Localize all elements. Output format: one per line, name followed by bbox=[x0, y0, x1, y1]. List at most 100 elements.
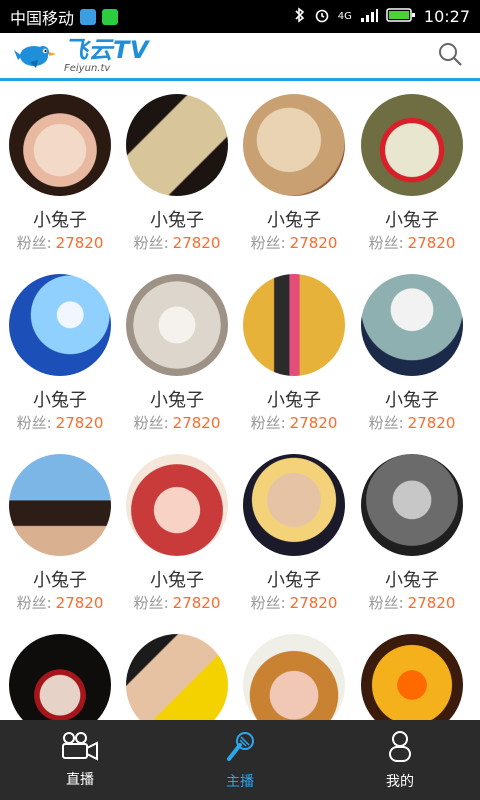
anchor-fans: 粉丝: 27820 bbox=[352, 412, 472, 433]
fans-count: 27820 bbox=[289, 414, 338, 432]
tab-live[interactable]: 直播 bbox=[0, 720, 160, 800]
anchor-avatar[interactable] bbox=[126, 454, 228, 556]
anchor-name: 小兔子 bbox=[33, 570, 87, 591]
wechat-icon bbox=[102, 8, 119, 25]
user-icon bbox=[386, 729, 414, 767]
app-header: 飞云TV Feiyun.tv bbox=[0, 33, 480, 81]
anchor-card[interactable] bbox=[234, 626, 354, 720]
anchor-avatar[interactable] bbox=[126, 634, 228, 720]
anchor-avatar[interactable] bbox=[9, 94, 111, 196]
anchor-avatar[interactable] bbox=[126, 274, 228, 376]
anchor-fans: 粉丝: 27820 bbox=[234, 232, 354, 253]
fans-label: 粉丝: bbox=[16, 594, 52, 612]
fans-count: 27820 bbox=[407, 594, 456, 612]
carrier-label: 中国移动 bbox=[10, 8, 75, 28]
anchor-card[interactable]: 小兔子 粉丝: 27820 bbox=[0, 266, 120, 446]
tab-profile[interactable]: 我的 bbox=[320, 720, 480, 800]
anchor-fans: 粉丝: 27820 bbox=[0, 232, 120, 253]
clock-time: 10:27 bbox=[423, 7, 470, 26]
anchor-card[interactable]: 小兔子 粉丝: 27820 bbox=[117, 446, 237, 626]
anchor-fans: 粉丝: 27820 bbox=[0, 592, 120, 613]
anchor-card[interactable]: 小兔子 粉丝: 27820 bbox=[0, 86, 120, 266]
anchor-avatar[interactable] bbox=[361, 274, 463, 376]
fans-label: 粉丝: bbox=[16, 234, 52, 252]
anchor-fans: 粉丝: 27820 bbox=[352, 592, 472, 613]
anchor-grid: 小兔子 粉丝: 27820 小兔子 粉丝: 27820 小兔子 粉丝: 27820 小… bbox=[0, 86, 480, 720]
fans-count: 27820 bbox=[172, 414, 221, 432]
fans-count: 27820 bbox=[289, 234, 338, 252]
anchor-name: 小兔子 bbox=[267, 570, 321, 591]
logo-title: 飞云TV bbox=[64, 35, 149, 64]
anchor-fans: 粉丝: 27820 bbox=[117, 412, 237, 433]
fans-count: 27820 bbox=[55, 414, 104, 432]
anchor-avatar[interactable] bbox=[126, 94, 228, 196]
anchor-card[interactable]: 小兔子 粉丝: 27820 bbox=[352, 266, 472, 446]
anchor-avatar[interactable] bbox=[9, 634, 111, 720]
search-icon bbox=[437, 41, 463, 71]
anchor-name: 小兔子 bbox=[150, 570, 204, 591]
bird-logo-icon bbox=[12, 36, 58, 76]
anchor-card[interactable] bbox=[352, 626, 472, 720]
tab-anchors-label: 主播 bbox=[226, 774, 254, 790]
anchor-avatar[interactable] bbox=[243, 274, 345, 376]
anchor-card[interactable] bbox=[0, 626, 120, 720]
anchor-fans: 粉丝: 27820 bbox=[0, 412, 120, 433]
anchor-card[interactable]: 小兔子 粉丝: 27820 bbox=[117, 86, 237, 266]
anchor-avatar[interactable] bbox=[9, 274, 111, 376]
fans-count: 27820 bbox=[172, 234, 221, 252]
anchor-avatar[interactable] bbox=[243, 454, 345, 556]
fans-label: 粉丝: bbox=[250, 594, 286, 612]
app-logo[interactable]: 飞云TV Feiyun.tv bbox=[12, 36, 149, 76]
anchor-name: 小兔子 bbox=[385, 570, 439, 591]
anchor-avatar[interactable] bbox=[243, 94, 345, 196]
anchor-name: 小兔子 bbox=[150, 210, 204, 231]
battery-icon bbox=[386, 7, 416, 27]
anchor-card[interactable]: 小兔子 粉丝: 27820 bbox=[234, 266, 354, 446]
anchor-card[interactable]: 小兔子 粉丝: 27820 bbox=[352, 86, 472, 266]
message-icon bbox=[80, 8, 97, 25]
status-left: 中国移动 bbox=[10, 5, 119, 29]
fans-label: 粉丝: bbox=[133, 414, 169, 432]
anchor-name: 小兔子 bbox=[267, 390, 321, 411]
logo-text: 飞云TV Feiyun.tv bbox=[64, 38, 149, 74]
anchor-name: 小兔子 bbox=[385, 390, 439, 411]
anchor-name: 小兔子 bbox=[150, 390, 204, 411]
anchor-card[interactable]: 小兔子 粉丝: 27820 bbox=[352, 446, 472, 626]
fans-count: 27820 bbox=[55, 594, 104, 612]
search-button[interactable] bbox=[432, 38, 468, 74]
fans-label: 粉丝: bbox=[16, 414, 52, 432]
anchor-fans: 粉丝: 27820 bbox=[234, 412, 354, 433]
fans-label: 粉丝: bbox=[133, 234, 169, 252]
fans-count: 27820 bbox=[407, 234, 456, 252]
fans-label: 粉丝: bbox=[368, 414, 404, 432]
fans-label: 粉丝: bbox=[250, 234, 286, 252]
anchor-card[interactable]: 小兔子 粉丝: 27820 bbox=[117, 266, 237, 446]
anchor-avatar[interactable] bbox=[361, 634, 463, 720]
anchor-name: 小兔子 bbox=[33, 210, 87, 231]
video-camera-icon bbox=[60, 731, 100, 765]
tab-profile-label: 我的 bbox=[386, 774, 414, 790]
anchor-card[interactable]: 小兔子 粉丝: 27820 bbox=[234, 86, 354, 266]
bottom-navigation: 直播 主播 我的 bbox=[0, 720, 480, 800]
tab-anchors[interactable]: 主播 bbox=[160, 720, 320, 800]
anchor-name: 小兔子 bbox=[267, 210, 321, 231]
anchor-card[interactable]: 小兔子 粉丝: 27820 bbox=[0, 446, 120, 626]
fans-count: 27820 bbox=[55, 234, 104, 252]
logo-subtitle: Feiyun.tv bbox=[64, 62, 111, 74]
anchor-fans: 粉丝: 27820 bbox=[117, 592, 237, 613]
anchor-avatar[interactable] bbox=[361, 454, 463, 556]
fans-label: 粉丝: bbox=[133, 594, 169, 612]
anchor-name: 小兔子 bbox=[33, 390, 87, 411]
tab-live-label: 直播 bbox=[66, 772, 94, 788]
fans-count: 27820 bbox=[289, 594, 338, 612]
bluetooth-icon bbox=[294, 6, 306, 27]
anchor-card[interactable]: 小兔子 粉丝: 27820 bbox=[234, 446, 354, 626]
anchor-fans: 粉丝: 27820 bbox=[234, 592, 354, 613]
fans-label: 粉丝: bbox=[368, 594, 404, 612]
fans-count: 27820 bbox=[407, 414, 456, 432]
anchor-card[interactable] bbox=[117, 626, 237, 720]
status-right: 4G 10:27 bbox=[294, 6, 470, 27]
anchor-avatar[interactable] bbox=[243, 634, 345, 720]
anchor-avatar[interactable] bbox=[361, 94, 463, 196]
anchor-avatar[interactable] bbox=[9, 454, 111, 556]
